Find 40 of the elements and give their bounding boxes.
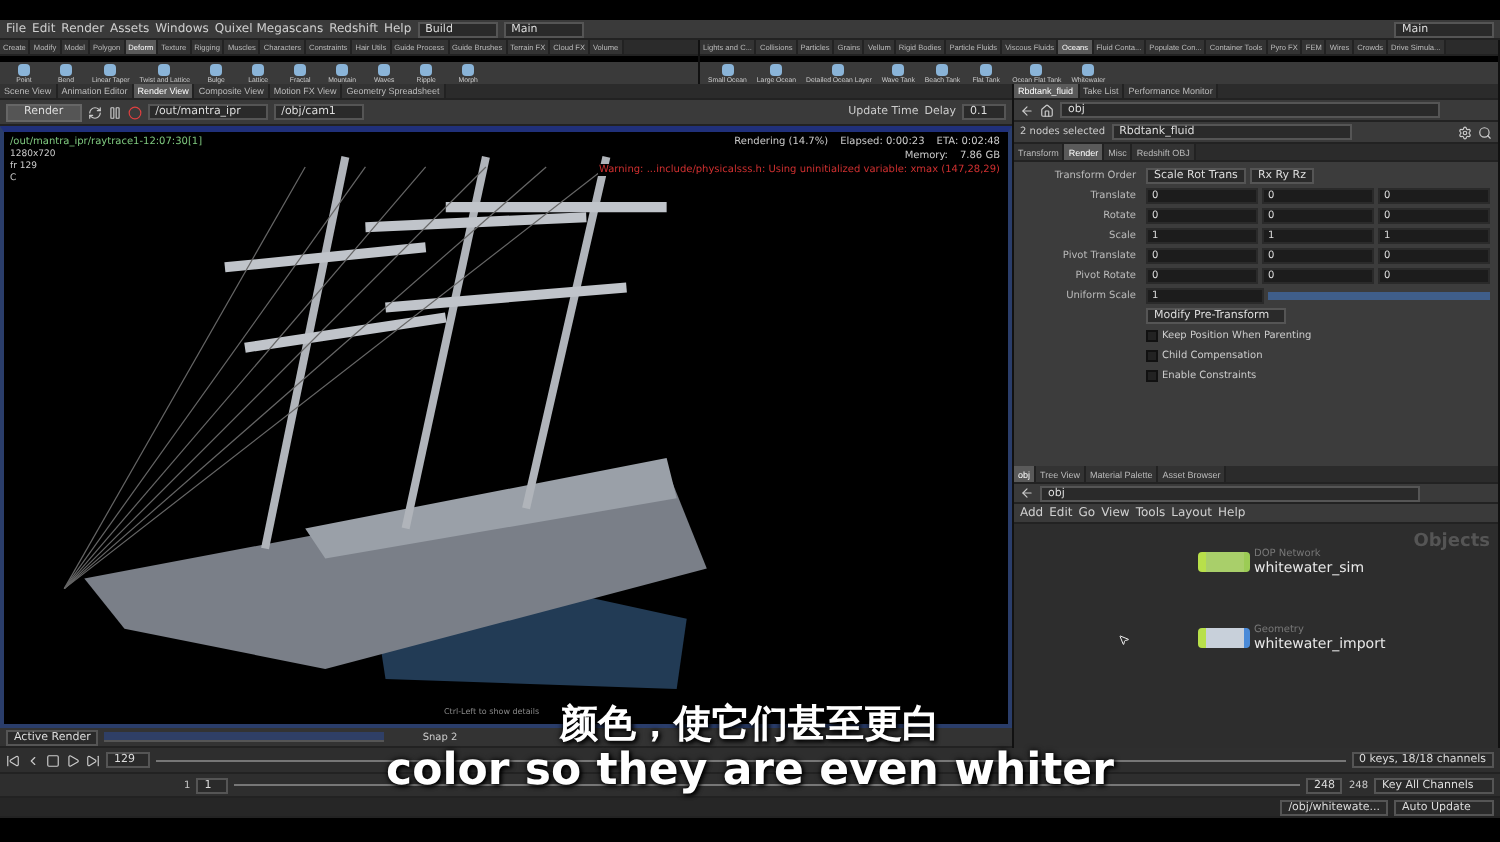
tool-icon[interactable] xyxy=(420,64,433,76)
network-node[interactable] xyxy=(1198,628,1250,648)
tool-icon[interactable] xyxy=(462,64,475,76)
checkbox[interactable] xyxy=(1146,370,1158,382)
network-node[interactable] xyxy=(1198,552,1250,572)
tool-icon[interactable] xyxy=(892,64,905,76)
settings-icon[interactable] xyxy=(1458,125,1472,139)
tool-icon[interactable] xyxy=(378,64,391,76)
play-icon[interactable] xyxy=(66,753,80,767)
stop-icon[interactable] xyxy=(46,753,60,767)
tool-icon[interactable] xyxy=(980,64,993,76)
back-icon[interactable] xyxy=(1020,103,1034,117)
checkbox[interactable] xyxy=(1146,330,1158,342)
skip-back-icon[interactable] xyxy=(6,753,20,767)
subtitle-text: color so they are even whiter xyxy=(386,750,1114,794)
home-icon[interactable] xyxy=(1040,103,1054,117)
tool-icon[interactable] xyxy=(936,64,949,76)
tool-icon[interactable] xyxy=(210,64,223,76)
back-icon[interactable] xyxy=(1020,486,1034,500)
slider-fill[interactable] xyxy=(1268,292,1490,300)
tool-icon[interactable] xyxy=(721,64,734,76)
search-icon[interactable] xyxy=(1478,125,1492,139)
tool-icon[interactable] xyxy=(18,64,30,76)
tool-icon[interactable] xyxy=(770,64,783,76)
subtitle-text: 颜色，使它们甚至更白 xyxy=(560,706,940,744)
checkbox[interactable] xyxy=(1146,350,1158,362)
tool-icon[interactable] xyxy=(832,64,845,76)
tool-icon[interactable] xyxy=(60,64,72,76)
tool-icon[interactable] xyxy=(158,64,171,76)
tool-icon[interactable] xyxy=(336,64,349,76)
pause-icon[interactable] xyxy=(107,105,122,119)
play-reverse-icon[interactable] xyxy=(26,753,40,767)
refresh-icon[interactable] xyxy=(87,105,102,119)
tool-icon[interactable] xyxy=(1082,64,1095,76)
tool-icon[interactable] xyxy=(252,64,265,76)
cursor-icon xyxy=(1118,634,1130,646)
tool-icon[interactable] xyxy=(294,64,307,76)
tool-icon[interactable] xyxy=(104,64,117,76)
tool-icon[interactable] xyxy=(1030,64,1043,76)
skip-forward-icon[interactable] xyxy=(86,753,100,767)
